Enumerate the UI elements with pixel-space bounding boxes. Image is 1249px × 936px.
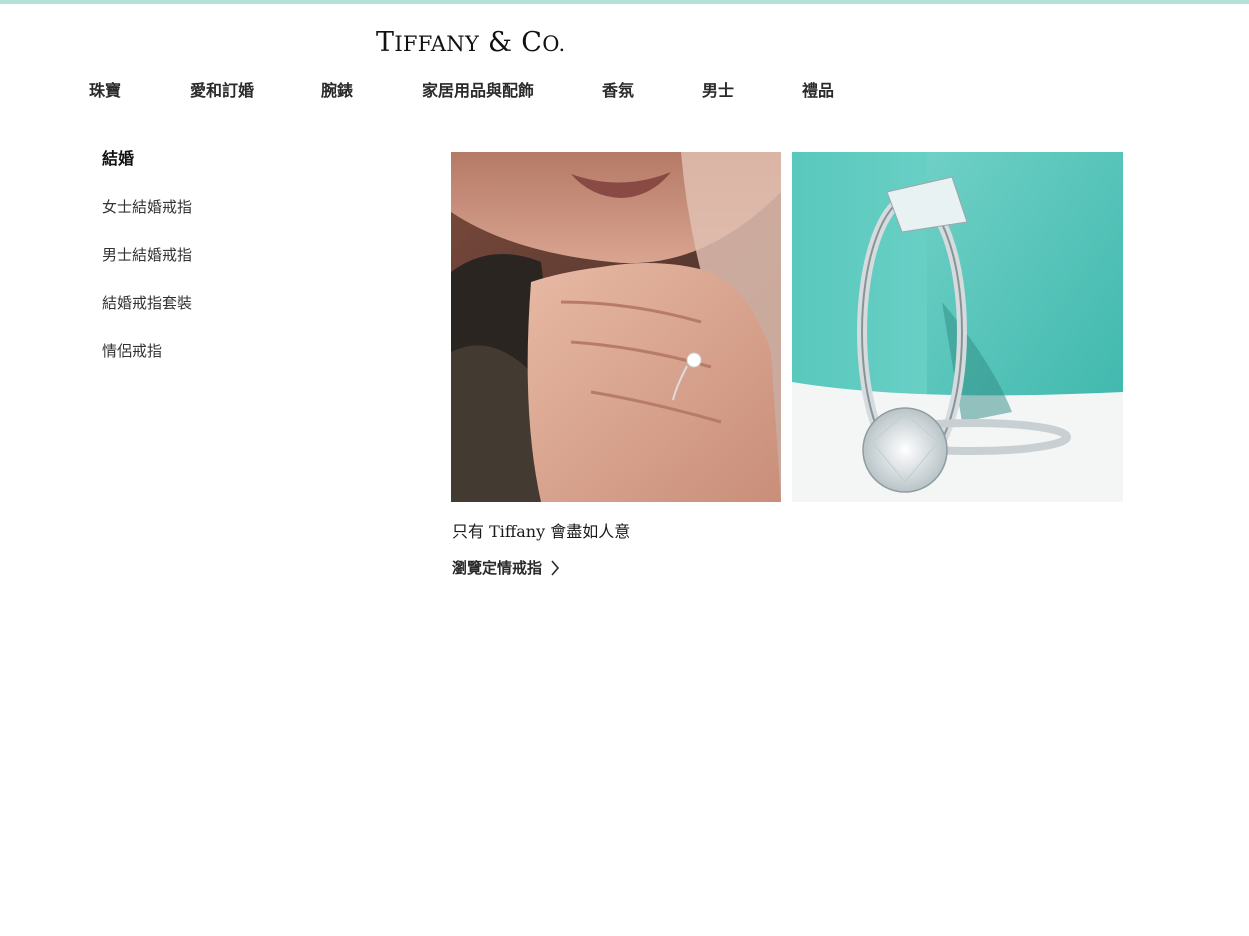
nav-item-home-accessories[interactable]: 家居用品與配飾	[422, 78, 534, 104]
menu-item-wedding-ring-sets[interactable]: 結婚戒指套裝	[102, 290, 192, 316]
nav-item-watches[interactable]: 腕錶	[321, 78, 353, 104]
tiffany-logo[interactable]: T IFFANY & C O.	[376, 28, 565, 58]
cta-label: 瀏覽定情戒指	[452, 559, 543, 577]
browse-engagement-rings-link[interactable]: 瀏覽定情戒指	[452, 555, 560, 581]
hands-ring-illustration	[451, 152, 781, 502]
menu-item-mens-wedding-rings[interactable]: 男士結婚戒指	[102, 242, 192, 268]
promo-caption: 只有 Tiffany 會盡如人意	[452, 522, 631, 541]
hands-ring-photo[interactable]	[451, 152, 781, 502]
chevron-right-icon	[550, 560, 560, 576]
nav-item-men[interactable]: 男士	[702, 78, 734, 104]
menu-heading-wedding[interactable]: 結婚	[102, 146, 134, 172]
menu-item-womens-wedding-rings[interactable]: 女士結婚戒指	[102, 194, 192, 220]
main-nav: 珠寶 愛和訂婚 腕錶 家居用品與配飾 香氛 男士 禮品	[0, 78, 1249, 106]
nav-item-love-engagement[interactable]: 愛和訂婚	[190, 78, 254, 104]
menu-item-couple-rings[interactable]: 情侶戒指	[102, 338, 162, 364]
nav-item-gifts[interactable]: 禮品	[802, 78, 834, 104]
top-accent-bar	[0, 0, 1249, 4]
diamond-ring-illustration	[792, 152, 1123, 502]
diamond-ring-photo[interactable]	[792, 152, 1123, 502]
nav-item-fragrance[interactable]: 香氛	[602, 78, 634, 104]
nav-item-jewelry[interactable]: 珠寶	[89, 78, 121, 104]
